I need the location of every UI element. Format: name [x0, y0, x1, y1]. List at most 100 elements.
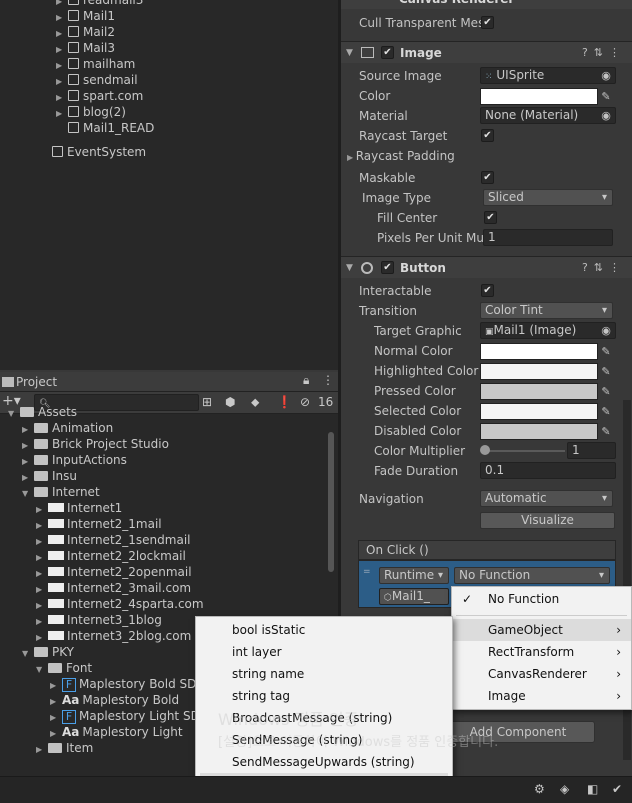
interactable-checkbox[interactable]: ✔	[481, 284, 494, 297]
hierarchy-item[interactable]: EventSystem	[40, 144, 146, 160]
lock-icon[interactable]: 🔒︎	[303, 373, 309, 388]
hierarchy-item[interactable]: ▶ mailham	[56, 56, 135, 72]
drag-handle-icon[interactable]: =	[363, 567, 371, 577]
search-by-type-icon[interactable]: ⊞	[202, 395, 212, 409]
target-object-field[interactable]: ⬡Mail1_	[379, 588, 449, 605]
function-menu-item[interactable]: RectTransform ›	[452, 641, 631, 663]
collapse-arrow-icon[interactable]: ▼	[346, 257, 353, 279]
function-menu-item[interactable]: Image ›	[452, 685, 631, 707]
hidden-packages-icon[interactable]: ⊘	[300, 395, 310, 409]
hierarchy-item[interactable]: ▶ spart.com	[56, 88, 143, 104]
layers-icon[interactable]: ◈	[560, 782, 569, 796]
target-graphic-field[interactable]: ▣Mail1 (Image)	[480, 322, 616, 339]
status-check-icon[interactable]: ✔	[612, 782, 622, 796]
selected-color-swatch[interactable]	[480, 403, 598, 420]
project-item[interactable]: ▶ Internet2_1sendmail	[36, 532, 191, 548]
more-options-icon[interactable]: ⋮	[322, 373, 334, 387]
disabled-color-swatch[interactable]	[480, 423, 598, 440]
eyedropper-icon[interactable]: ✎	[599, 363, 613, 380]
expand-arrow-icon[interactable]: ▼	[8, 406, 20, 422]
error-filter-icon[interactable]: ❗	[277, 395, 292, 409]
project-scrollbar-thumb[interactable]	[328, 432, 334, 572]
fade-duration-field[interactable]: 0.1	[480, 462, 616, 479]
project-item[interactable]: ▼ PKY	[22, 644, 74, 660]
normal-color-swatch[interactable]	[480, 343, 598, 360]
raycast-target-checkbox[interactable]: ✔	[481, 129, 494, 142]
project-item[interactable]: ▶ Internet3_2blog.com	[36, 628, 191, 644]
function-menu-item[interactable]: ✓ No Function	[452, 588, 631, 610]
project-item[interactable]: ▶ Aa Maplestory Bold	[50, 692, 179, 708]
project-item[interactable]: ▶ F Maplestory Bold SDF	[50, 676, 203, 692]
project-item[interactable]: ▶ Internet2_3mail.com	[36, 580, 191, 596]
image-enabled-checkbox[interactable]: ✔	[381, 46, 394, 59]
collapse-arrow-icon[interactable]: ▼	[346, 42, 353, 64]
source-image-field[interactable]: ⁙ UISprite	[480, 67, 616, 84]
fill-center-checkbox[interactable]: ✔	[484, 211, 497, 224]
project-item[interactable]: ▶ Item	[36, 740, 93, 756]
image-component-header[interactable]: ▼ ✔ Image ?⇅⋮	[341, 41, 632, 63]
gameobject-method-item[interactable]: bool isStatic	[196, 619, 452, 641]
hierarchy-item[interactable]: ▶ Mail2	[56, 24, 115, 40]
color-multiplier-slider-handle[interactable]	[480, 445, 490, 455]
material-field[interactable]: None (Material)	[480, 107, 616, 124]
color-multiplier-field[interactable]: 1	[567, 442, 616, 459]
highlighted-color-swatch[interactable]	[480, 363, 598, 380]
hierarchy-item[interactable]: ▶ sendmail	[56, 72, 138, 88]
runtime-dropdown[interactable]: Runtime	[379, 567, 449, 584]
ppu-field[interactable]: 1	[483, 229, 613, 246]
project-item[interactable]: ▶ Animation	[22, 420, 113, 436]
gameobject-method-item[interactable]: SendMessageUpwards (string)	[196, 751, 452, 773]
project-item[interactable]: ▶ Internet2_4sparta.com	[36, 596, 204, 612]
object-picker-icon[interactable]: ◉	[599, 107, 613, 124]
project-item[interactable]: ▶ Internet3_1blog	[36, 612, 162, 628]
function-menu-item[interactable]: CanvasRenderer ›	[452, 663, 631, 685]
collab-icon[interactable]: ◧	[587, 782, 598, 796]
object-picker-icon[interactable]: ◉	[599, 322, 613, 339]
expand-arrow-icon[interactable]: ▶	[36, 742, 48, 758]
raycast-padding-foldout[interactable]: ▶ Raycast Padding	[347, 147, 455, 165]
image-type-dropdown[interactable]: Sliced	[483, 189, 613, 206]
project-item[interactable]: ▶ Internet1	[36, 500, 122, 516]
visualize-button[interactable]: Visualize	[480, 512, 615, 529]
gameobject-method-item[interactable]: int layer	[196, 641, 452, 663]
filter-by-label-icon[interactable]: ⬥	[251, 395, 259, 410]
gameobject-method-item[interactable]: string name	[196, 663, 452, 685]
project-item[interactable]: ▶ Insu	[22, 468, 77, 484]
object-picker-icon[interactable]: ◉	[599, 67, 613, 84]
project-item[interactable]: ▼ Font	[36, 660, 92, 676]
project-item[interactable]: ▶ Internet2_2openmail	[36, 564, 192, 580]
eyedropper-icon[interactable]: ✎	[599, 403, 613, 420]
filter-by-type-icon[interactable]: ⬢	[225, 395, 235, 409]
project-item[interactable]: ▼ Assets	[8, 404, 77, 420]
button-component-header[interactable]: ▼ ✔ Button ?⇅⋮	[341, 256, 632, 278]
color-swatch[interactable]	[480, 88, 598, 105]
project-item[interactable]: ▼ Internet	[22, 484, 100, 500]
eyedropper-icon[interactable]: ✎	[599, 423, 613, 440]
project-item[interactable]: ▶ Internet2_2lockmail	[36, 548, 186, 564]
eyedropper-icon[interactable]: ✎	[599, 383, 613, 400]
project-item[interactable]: ▶ InputActions	[22, 452, 127, 468]
function-menu-item[interactable]: GameObject ›	[452, 619, 631, 641]
hierarchy-item[interactable]: ▶ Mail3	[56, 40, 115, 56]
canvas-renderer-header[interactable]: Canvas Renderer	[341, 0, 632, 9]
cull-transparent-checkbox[interactable]: ✔	[481, 16, 494, 29]
function-dropdown[interactable]: No Function	[454, 567, 610, 584]
gameobject-method-item[interactable]: string tag	[196, 685, 452, 707]
component-header-icons[interactable]: ?⇅⋮	[582, 42, 626, 64]
hierarchy-item[interactable]: ▶ readmail3	[56, 0, 143, 8]
eyedropper-icon[interactable]: ✎	[599, 343, 613, 360]
expand-arrow-icon[interactable]: ▼	[22, 646, 34, 662]
color-multiplier-slider-track[interactable]	[483, 450, 565, 452]
project-tab[interactable]: Project	[16, 374, 57, 390]
project-item[interactable]: ▶ F Maplestory Light SDF	[50, 708, 207, 724]
hierarchy-item[interactable]: ▶ Mail1	[56, 8, 115, 24]
expand-arrow-icon[interactable]: ▼	[22, 486, 34, 502]
eyedropper-icon[interactable]: ✎	[599, 88, 613, 105]
project-item[interactable]: ▶ Brick Project Studio	[22, 436, 169, 452]
hierarchy-item[interactable]: Mail1_READ	[56, 120, 154, 136]
component-header-icons[interactable]: ?⇅⋮	[582, 257, 626, 279]
pressed-color-swatch[interactable]	[480, 383, 598, 400]
project-item[interactable]: ▶ Aa Maplestory Light	[50, 724, 183, 740]
transition-dropdown[interactable]: Color Tint	[480, 302, 613, 319]
navigation-dropdown[interactable]: Automatic	[480, 490, 613, 507]
